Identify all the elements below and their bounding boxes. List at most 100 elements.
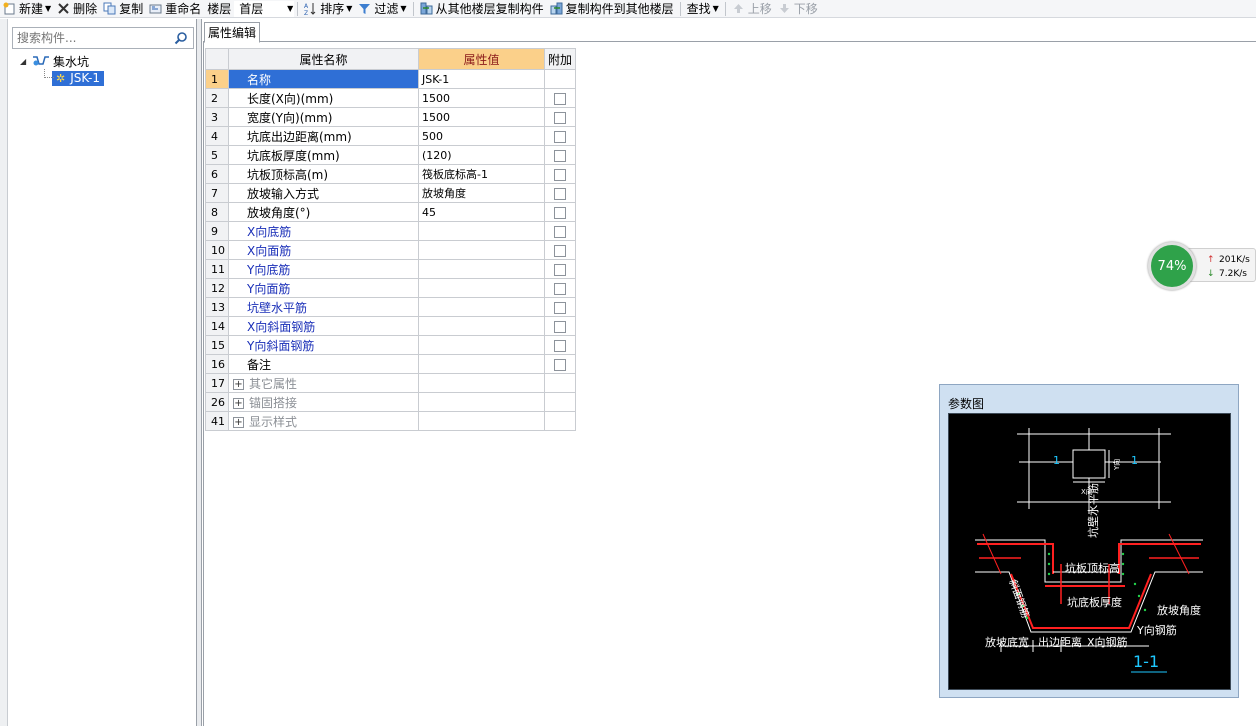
table-row[interactable]: 12 Y向面筋 <box>205 278 577 298</box>
panel-splitter[interactable] <box>196 19 202 726</box>
property-name[interactable]: + 其它属性 <box>228 373 419 393</box>
property-name[interactable]: 备注 <box>228 354 419 374</box>
property-name[interactable]: Y向面筋 <box>228 278 419 298</box>
property-name[interactable]: 坑板顶标高(m) <box>228 164 419 184</box>
extra-checkbox[interactable] <box>554 130 566 143</box>
property-value[interactable]: 放坡角度 <box>418 183 545 203</box>
property-value[interactable]: JSK-1 <box>418 69 545 89</box>
property-name[interactable]: X向面筋 <box>228 240 419 260</box>
table-row[interactable]: 9 X向底筋 <box>205 221 577 241</box>
extra-checkbox[interactable] <box>554 358 566 371</box>
property-name[interactable]: 名称 <box>228 69 419 89</box>
col-header-value[interactable]: 属性值 <box>418 48 545 70</box>
move-up-button[interactable]: 上移 <box>729 0 775 18</box>
table-row[interactable]: 16 备注 <box>205 354 577 374</box>
table-row[interactable]: 5 坑底板厚度(mm) (120) <box>205 145 577 165</box>
extra-checkbox[interactable] <box>554 187 566 200</box>
property-value[interactable] <box>418 411 545 431</box>
extra-checkbox[interactable] <box>554 206 566 219</box>
copy-button[interactable]: 复制 <box>100 0 146 18</box>
floor-select[interactable]: 首层 ▼ <box>234 0 295 17</box>
network-speed-widget[interactable]: ↑ 201K/s ↓ 7.2K/s 74% <box>1146 242 1256 290</box>
property-name[interactable]: Y向底筋 <box>228 259 419 279</box>
table-row[interactable]: 4 坑底出边距离(mm) 500 <box>205 126 577 146</box>
search-input[interactable] <box>13 29 171 47</box>
find-button[interactable]: 查找 ▼ <box>684 0 722 18</box>
left-scrollbar[interactable] <box>0 19 8 726</box>
property-name[interactable]: X向斜面钢筋 <box>228 316 419 336</box>
property-name[interactable]: 长度(X向)(mm) <box>228 88 419 108</box>
table-row[interactable]: 2 长度(X向)(mm) 1500 <box>205 88 577 108</box>
extra-checkbox[interactable] <box>554 92 566 105</box>
rename-button[interactable]: 重命名 <box>146 0 204 18</box>
expand-plus-icon[interactable]: + <box>233 378 244 390</box>
property-name[interactable]: Y向斜面钢筋 <box>228 335 419 355</box>
extra-checkbox[interactable] <box>554 282 566 295</box>
extra-checkbox[interactable] <box>554 301 566 314</box>
extra-checkbox[interactable] <box>554 320 566 333</box>
tree-collapse-icon[interactable]: ◢ <box>20 57 32 66</box>
delete-button[interactable]: 删除 <box>54 0 100 18</box>
extra-checkbox[interactable] <box>554 244 566 257</box>
table-row[interactable]: 7 放坡输入方式 放坡角度 <box>205 183 577 203</box>
property-value[interactable] <box>418 392 545 412</box>
extra-checkbox[interactable] <box>554 168 566 181</box>
table-row[interactable]: 14 X向斜面钢筋 <box>205 316 577 336</box>
expand-plus-icon[interactable]: + <box>233 397 244 409</box>
tab-property-edit[interactable]: 属性编辑 <box>204 22 260 43</box>
property-name[interactable]: 放坡角度(°) <box>228 202 419 222</box>
property-value[interactable]: 筏板底标高-1 <box>418 164 545 184</box>
expand-plus-icon[interactable]: + <box>233 416 244 428</box>
table-row[interactable]: 15 Y向斜面钢筋 <box>205 335 577 355</box>
table-row[interactable]: 17 + 其它属性 <box>205 373 577 393</box>
property-value[interactable] <box>418 278 545 298</box>
property-name[interactable]: 坑底板厚度(mm) <box>228 145 419 165</box>
extra-checkbox[interactable] <box>554 111 566 124</box>
property-value[interactable] <box>418 240 545 260</box>
property-name[interactable]: + 锚固搭接 <box>228 392 419 412</box>
table-row[interactable]: 41 + 显示样式 <box>205 411 577 431</box>
extra-checkbox[interactable] <box>554 149 566 162</box>
property-value[interactable] <box>418 373 545 393</box>
copy-from-floor-button[interactable]: 从其他楼层复制构件 <box>417 0 547 18</box>
col-header-extra[interactable]: 附加 <box>543 48 577 70</box>
table-row[interactable]: 1 名称 JSK-1 <box>205 69 577 89</box>
new-button[interactable]: 新建 ▼ <box>0 0 54 18</box>
property-name[interactable]: 宽度(Y向)(mm) <box>228 107 419 127</box>
property-value[interactable] <box>418 221 545 241</box>
table-row[interactable]: 10 X向面筋 <box>205 240 577 260</box>
table-row[interactable]: 13 坑壁水平筋 <box>205 297 577 317</box>
property-value[interactable]: (120) <box>418 145 545 165</box>
property-name[interactable]: 坑底出边距离(mm) <box>228 126 419 146</box>
memory-usage-ball[interactable]: 74% <box>1148 242 1196 290</box>
table-row[interactable]: 6 坑板顶标高(m) 筏板底标高-1 <box>205 164 577 184</box>
extra-checkbox[interactable] <box>554 263 566 276</box>
property-name[interactable]: + 显示样式 <box>228 411 419 431</box>
table-row[interactable]: 3 宽度(Y向)(mm) 1500 <box>205 107 577 127</box>
sort-button[interactable]: AZ 排序 ▼ <box>301 0 355 18</box>
extra-checkbox[interactable] <box>554 339 566 352</box>
property-name[interactable]: 放坡输入方式 <box>228 183 419 203</box>
property-value[interactable] <box>418 335 545 355</box>
tree-node-jsk-1[interactable]: ✲ JSK-1 <box>52 70 104 86</box>
col-header-name[interactable]: 属性名称 <box>228 48 419 70</box>
property-value[interactable]: 45 <box>418 202 545 222</box>
move-down-button[interactable]: 下移 <box>775 0 821 18</box>
property-value[interactable] <box>418 316 545 336</box>
property-value[interactable]: 1500 <box>418 107 545 127</box>
copy-to-floor-button[interactable]: 复制构件到其他楼层 <box>547 0 677 18</box>
property-name[interactable]: X向底筋 <box>228 221 419 241</box>
property-name[interactable]: 坑壁水平筋 <box>228 297 419 317</box>
table-row[interactable]: 26 + 锚固搭接 <box>205 392 577 412</box>
property-value[interactable]: 500 <box>418 126 545 146</box>
extra-checkbox[interactable] <box>554 225 566 238</box>
tree-node-root[interactable]: ◢ 集水坑 <box>20 53 104 69</box>
property-value[interactable] <box>418 259 545 279</box>
property-value[interactable] <box>418 297 545 317</box>
search-icon[interactable] <box>171 28 191 48</box>
property-value[interactable] <box>418 354 545 374</box>
table-row[interactable]: 11 Y向底筋 <box>205 259 577 279</box>
filter-button[interactable]: 过滤 ▼ <box>355 0 409 18</box>
table-row[interactable]: 8 放坡角度(°) 45 <box>205 202 577 222</box>
property-value[interactable]: 1500 <box>418 88 545 108</box>
